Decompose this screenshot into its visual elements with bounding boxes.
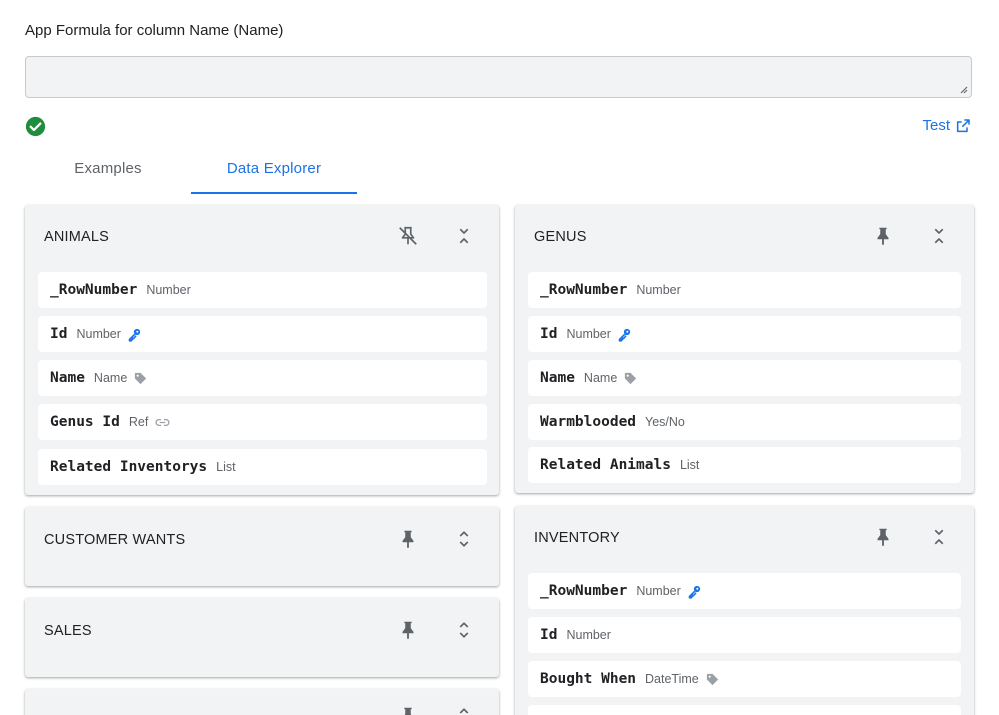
unfold-more-icon (459, 531, 469, 547)
column-row[interactable]: Warmblooded Yes/No (528, 404, 961, 440)
table-title: INVENTORY (534, 530, 620, 546)
pin-button[interactable] (396, 527, 420, 551)
check-circle-icon (25, 116, 46, 137)
table-card-genus: GENUS _RowNumber Number Id Number Name N… (515, 205, 974, 493)
column-type: List (216, 460, 236, 474)
formula-input[interactable] (25, 56, 972, 98)
key-icon (687, 584, 702, 599)
column-name: Id (540, 326, 558, 342)
column-name: Id (540, 627, 558, 643)
column-row[interactable]: Name Name (38, 360, 487, 396)
pin-button[interactable] (396, 618, 420, 642)
pin-button[interactable] (871, 525, 895, 549)
resize-handle-icon[interactable] (959, 85, 968, 94)
unfold-less-icon (459, 228, 469, 244)
column-type: Number (76, 327, 121, 341)
column-type: DateTime (645, 672, 699, 686)
column-name: _RowNumber (540, 282, 628, 298)
pin-button[interactable] (871, 224, 895, 248)
column-name: _RowNumber (540, 583, 628, 599)
column-name: Id (50, 326, 68, 342)
column-row[interactable]: Related Inventorys List (38, 449, 487, 485)
table-title: SALES (44, 623, 92, 639)
column-name: Name (540, 370, 575, 386)
column-name: Bought When (540, 671, 637, 687)
label-icon (133, 371, 148, 386)
table-card (25, 689, 499, 715)
test-link-label: Test (922, 117, 950, 134)
column-row[interactable]: Bought When DateTime (528, 661, 961, 697)
tab-bar: Examples Data Explorer (25, 150, 357, 194)
column-type: Number (636, 283, 681, 297)
table-card-customer-wants: CUSTOMER WANTS (25, 507, 499, 586)
collapse-button[interactable] (452, 224, 476, 248)
column-name: Related Inventorys (50, 459, 208, 475)
column-row[interactable]: _RowNumber Number (528, 573, 961, 609)
tab-data-explorer[interactable]: Data Explorer (191, 150, 357, 194)
column-row[interactable]: _RowNumber Number (528, 272, 961, 308)
pin-icon (404, 707, 412, 715)
column-type: Name (93, 371, 128, 385)
column-row[interactable]: Genus Id Ref (38, 404, 487, 440)
label-icon (705, 672, 720, 687)
table-card-inventory: INVENTORY _RowNumber Number Id Number Bo… (515, 506, 974, 715)
collapse-button[interactable] (927, 525, 951, 549)
label-icon (623, 371, 638, 386)
table-card-animals: ANIMALS _RowNumber Number Id Number Name (25, 205, 499, 495)
table-title: CUSTOMER WANTS (44, 532, 186, 548)
column-name: Related Animals (540, 457, 671, 473)
pin-icon (402, 621, 414, 639)
pin-icon (402, 530, 414, 548)
unpin-button[interactable] (396, 224, 420, 248)
column-row[interactable] (528, 705, 961, 715)
table-title: ANIMALS (44, 229, 110, 245)
table-title: GENUS (534, 229, 587, 245)
column-row[interactable]: _RowNumber Number (38, 272, 487, 308)
column-type: Number (566, 628, 611, 642)
tab-examples[interactable]: Examples (25, 150, 191, 194)
pin-button[interactable] (396, 704, 420, 715)
unfold-less-icon (934, 228, 944, 244)
column-row[interactable]: Id Number (528, 316, 961, 352)
link-icon (154, 414, 171, 431)
column-name: Warmblooded (540, 414, 637, 430)
column-type: Yes/No (645, 415, 685, 429)
column-row[interactable]: Id Number (38, 316, 487, 352)
expand-button[interactable] (452, 527, 476, 551)
collapse-button[interactable] (927, 224, 951, 248)
formula-editor: App Formula for column Name (Name) Test … (0, 0, 999, 715)
test-link[interactable]: Test (922, 117, 971, 134)
column-row[interactable]: Name Name (528, 360, 961, 396)
column-type: Number (636, 584, 681, 598)
unfold-more-icon (459, 622, 469, 638)
column-name: _RowNumber (50, 282, 138, 298)
column-type: Number (566, 327, 611, 341)
key-icon (617, 327, 632, 342)
column-type: Number (146, 283, 191, 297)
formula-label: App Formula for column Name (Name) (25, 22, 284, 39)
column-type: List (679, 458, 700, 472)
pin-icon (877, 528, 889, 546)
table-card-sales: SALES (25, 598, 499, 677)
expand-button[interactable] (452, 704, 476, 715)
key-icon (127, 327, 142, 342)
column-type: Ref (128, 415, 149, 429)
pin-off-icon (399, 226, 417, 245)
column-name: Genus Id (50, 414, 120, 430)
pin-icon (877, 227, 889, 245)
column-row[interactable]: Id Number (528, 617, 961, 653)
column-name: Name (50, 370, 85, 386)
column-row[interactable]: Related Animals List (528, 447, 961, 483)
open-in-new-icon (956, 118, 970, 132)
unfold-more-icon (459, 708, 469, 714)
column-type: Name (583, 371, 618, 385)
expand-button[interactable] (452, 618, 476, 642)
unfold-less-icon (934, 529, 944, 545)
